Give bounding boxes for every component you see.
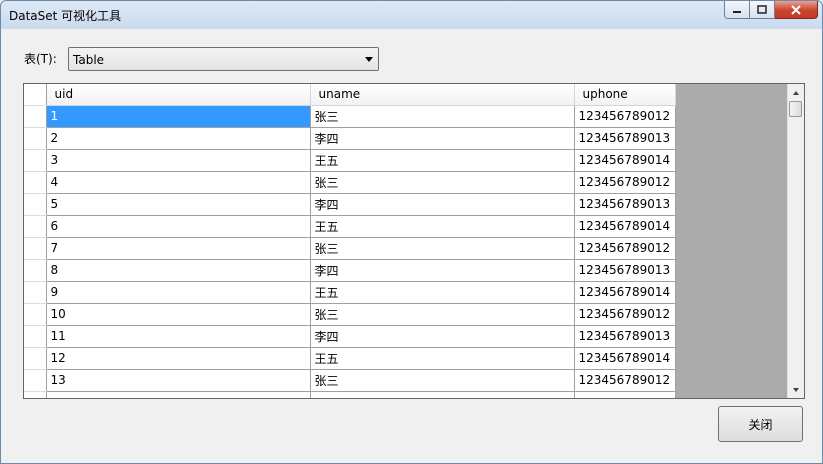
cell-uphone[interactable]: 123456789014 bbox=[574, 281, 676, 304]
cell-uphone[interactable]: 123456789014 bbox=[574, 347, 676, 370]
cell-uphone[interactable]: 123456789013 bbox=[574, 259, 676, 282]
title-bar[interactable]: DataSet 可视化工具 bbox=[1, 1, 822, 29]
row-header[interactable] bbox=[24, 105, 47, 128]
cell-uname[interactable]: 张三 bbox=[310, 237, 575, 260]
close-x-icon bbox=[791, 4, 801, 15]
row-header[interactable] bbox=[24, 391, 47, 398]
cell-uname[interactable]: 张三 bbox=[310, 171, 575, 194]
window-title: DataSet 可视化工具 bbox=[9, 9, 122, 23]
cell-uid[interactable]: 1 bbox=[46, 105, 311, 128]
data-table: uid uname uphone 1 张三 123456789012 2 李四 12345… bbox=[24, 84, 676, 398]
cell-uid[interactable]: 9 bbox=[46, 281, 311, 304]
table-row[interactable]: 8 李四 123456789013 bbox=[24, 259, 676, 282]
minimize-icon bbox=[733, 10, 741, 13]
table-row[interactable]: 7 张三 123456789012 bbox=[24, 237, 676, 260]
cell-uname[interactable]: 张三 bbox=[310, 105, 575, 128]
cell-uphone[interactable]: 123456789012 bbox=[574, 171, 676, 194]
cell-uname[interactable]: 王五 bbox=[310, 215, 575, 238]
table-row[interactable]: 10 张三 123456789012 bbox=[24, 303, 676, 326]
close-window-button[interactable] bbox=[775, 1, 818, 19]
row-header[interactable] bbox=[24, 127, 47, 150]
table-row[interactable]: 4 张三 123456789012 bbox=[24, 171, 676, 194]
cell-uname[interactable]: 张三 bbox=[310, 369, 575, 392]
cell-uphone[interactable]: 123456789013 bbox=[574, 325, 676, 348]
cell-uname[interactable]: 王五 bbox=[310, 149, 575, 172]
header-row: uid uname uphone bbox=[24, 84, 676, 106]
minimize-button[interactable] bbox=[724, 1, 750, 19]
table-row[interactable]: 9 王五 123456789014 bbox=[24, 281, 676, 304]
cell-uphone[interactable]: 123456789012 bbox=[574, 303, 676, 326]
row-header-corner[interactable] bbox=[24, 84, 47, 106]
cell-uname[interactable]: 张三 bbox=[310, 303, 575, 326]
window-controls bbox=[724, 1, 818, 21]
cell-uname[interactable]: 李四 bbox=[310, 325, 575, 348]
row-header[interactable] bbox=[24, 149, 47, 172]
cell-uid[interactable]: 11 bbox=[46, 325, 311, 348]
close-button[interactable]: 关闭 bbox=[718, 406, 803, 442]
arrow-up-icon bbox=[793, 90, 799, 95]
cell-uphone[interactable]: 123456789014 bbox=[574, 149, 676, 172]
table-row[interactable]: 6 王五 123456789014 bbox=[24, 215, 676, 238]
cell-uphone[interactable]: 123456789014 bbox=[574, 215, 676, 238]
table-label: 表(T): bbox=[24, 52, 57, 66]
row-header[interactable] bbox=[24, 237, 47, 260]
cell-uphone[interactable]: 123456789013 bbox=[574, 193, 676, 216]
cell-uid[interactable]: 5 bbox=[46, 193, 311, 216]
row-header[interactable] bbox=[24, 171, 47, 194]
cell-uphone[interactable] bbox=[574, 391, 676, 398]
table-row[interactable]: 5 李四 123456789013 bbox=[24, 193, 676, 216]
row-header[interactable] bbox=[24, 193, 47, 216]
cell-uid[interactable]: 8 bbox=[46, 259, 311, 282]
cell-uid[interactable]: 3 bbox=[46, 149, 311, 172]
cell-uid[interactable]: 10 bbox=[46, 303, 311, 326]
cell-uname[interactable]: 李四 bbox=[310, 259, 575, 282]
cell-uid[interactable]: 4 bbox=[46, 171, 311, 194]
cell-uid[interactable]: 2 bbox=[46, 127, 311, 150]
chevron-down-icon bbox=[365, 57, 373, 62]
maximize-button[interactable] bbox=[750, 1, 775, 19]
table-row[interactable] bbox=[24, 391, 676, 398]
row-header[interactable] bbox=[24, 259, 47, 282]
row-header[interactable] bbox=[24, 369, 47, 392]
cell-uid[interactable]: 6 bbox=[46, 215, 311, 238]
table-row[interactable]: 2 李四 123456789013 bbox=[24, 127, 676, 150]
cell-uid[interactable]: 7 bbox=[46, 237, 311, 260]
arrow-down-icon bbox=[793, 387, 799, 392]
data-grid[interactable]: uid uname uphone 1 张三 123456789012 2 李四 12345… bbox=[23, 83, 805, 399]
cell-uid[interactable] bbox=[46, 391, 311, 398]
cell-uid[interactable]: 12 bbox=[46, 347, 311, 370]
table-row[interactable]: 12 王五 123456789014 bbox=[24, 347, 676, 370]
cell-uphone[interactable]: 123456789012 bbox=[574, 105, 676, 128]
cell-uid[interactable]: 13 bbox=[46, 369, 311, 392]
scroll-thumb[interactable] bbox=[789, 101, 802, 117]
row-header[interactable] bbox=[24, 215, 47, 238]
column-header-uid[interactable]: uid bbox=[46, 84, 311, 106]
cell-uname[interactable]: 王五 bbox=[310, 347, 575, 370]
cell-uname[interactable]: 李四 bbox=[310, 193, 575, 216]
cell-uname[interactable]: 李四 bbox=[310, 127, 575, 150]
dataset-visualizer-window: DataSet 可视化工具 表(T): Table uid uname upho… bbox=[0, 0, 823, 464]
vertical-scrollbar[interactable] bbox=[787, 84, 804, 398]
cell-uname[interactable] bbox=[310, 391, 575, 398]
scroll-down-button[interactable] bbox=[788, 381, 804, 398]
table-select[interactable]: Table bbox=[68, 47, 379, 71]
table-row[interactable]: 11 李四 123456789013 bbox=[24, 325, 676, 348]
cell-uphone[interactable]: 123456789012 bbox=[574, 369, 676, 392]
column-header-uname[interactable]: uname bbox=[310, 84, 575, 106]
table-select-value: Table bbox=[73, 53, 105, 67]
cell-uphone[interactable]: 123456789012 bbox=[574, 237, 676, 260]
table-row[interactable]: 1 张三 123456789012 bbox=[24, 105, 676, 128]
cell-uname[interactable]: 王五 bbox=[310, 281, 575, 304]
cell-uphone[interactable]: 123456789013 bbox=[574, 127, 676, 150]
row-header[interactable] bbox=[24, 281, 47, 304]
table-row[interactable]: 13 张三 123456789012 bbox=[24, 369, 676, 392]
row-header[interactable] bbox=[24, 325, 47, 348]
row-header[interactable] bbox=[24, 303, 47, 326]
table-row[interactable]: 3 王五 123456789014 bbox=[24, 149, 676, 172]
column-header-uphone[interactable]: uphone bbox=[574, 84, 676, 106]
row-header[interactable] bbox=[24, 347, 47, 370]
scroll-up-button[interactable] bbox=[788, 84, 804, 101]
maximize-icon bbox=[757, 5, 767, 14]
